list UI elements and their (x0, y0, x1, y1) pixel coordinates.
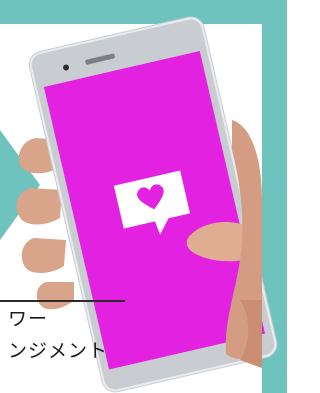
hand-holding-phone-image (0, 16, 278, 393)
photo-stage: ワー ンジメント (0, 0, 287, 393)
caption-line-1: ワー (8, 308, 49, 330)
caption-divider (0, 300, 125, 302)
caption-line-2: ンジメント (8, 340, 109, 362)
